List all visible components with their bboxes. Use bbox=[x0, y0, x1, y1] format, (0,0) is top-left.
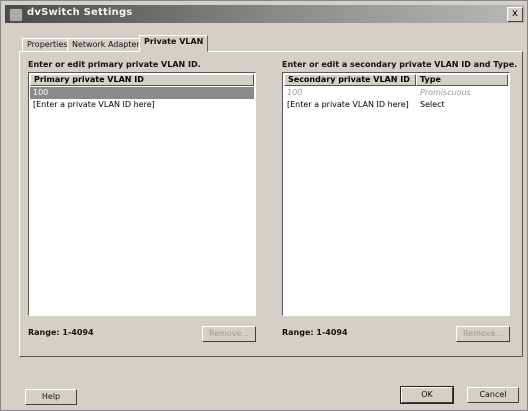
ok-button[interactable]: OK bbox=[400, 386, 454, 404]
tab-panel: Enter or edit primary private VLAN ID. P… bbox=[19, 51, 523, 357]
secondary-type-column-header[interactable]: Type bbox=[416, 74, 508, 86]
primary-row-new[interactable]: [Enter a private VLAN ID here] bbox=[30, 99, 254, 111]
close-button[interactable]: x bbox=[507, 7, 523, 22]
secondary-remove-button[interactable]: Remove... bbox=[456, 326, 510, 342]
tab-network-adapters[interactable]: Network Adapters bbox=[67, 38, 149, 52]
secondary-instruction: Enter or edit a secondary private VLAN I… bbox=[282, 60, 518, 69]
title-bar: dvSwitch Settings x bbox=[5, 5, 525, 23]
secondary-row-1-type[interactable]: Promiscuous bbox=[420, 87, 471, 99]
primary-remove-button[interactable]: Remove... bbox=[202, 326, 256, 342]
secondary-row-1-id[interactable]: 100 bbox=[287, 87, 302, 99]
secondary-vlan-list: Secondary private VLAN ID Type 100 Promi… bbox=[282, 72, 510, 316]
tab-private-vlan[interactable]: Private VLAN bbox=[139, 35, 209, 52]
secondary-range-label: Range: 1-4094 bbox=[282, 328, 348, 337]
secondary-id-column-header[interactable]: Secondary private VLAN ID bbox=[284, 74, 416, 86]
help-button[interactable]: Help bbox=[25, 389, 77, 405]
primary-row-100[interactable]: 100 bbox=[30, 87, 254, 99]
cancel-button[interactable]: Cancel bbox=[467, 387, 519, 403]
dialog-window: dvSwitch Settings x Properties Network A… bbox=[0, 0, 528, 411]
secondary-row-2-id[interactable]: [Enter a private VLAN ID here] bbox=[287, 99, 409, 111]
primary-instruction: Enter or edit primary private VLAN ID. bbox=[28, 60, 201, 69]
tab-properties[interactable]: Properties bbox=[22, 38, 73, 52]
window-title: dvSwitch Settings bbox=[27, 7, 133, 18]
app-icon bbox=[9, 8, 23, 22]
secondary-row-2-type[interactable]: Select bbox=[420, 99, 445, 111]
primary-vlan-list: Primary private VLAN ID 100 [Enter a pri… bbox=[28, 72, 256, 316]
primary-column-header[interactable]: Primary private VLAN ID bbox=[30, 74, 254, 86]
primary-range-label: Range: 1-4094 bbox=[28, 328, 94, 337]
